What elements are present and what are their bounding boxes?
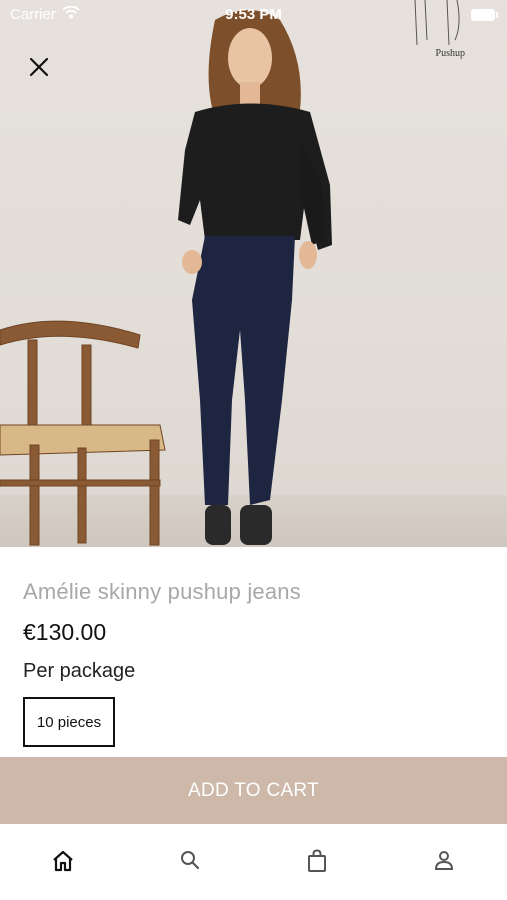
tab-search[interactable] (127, 824, 254, 900)
tab-home[interactable] (0, 824, 127, 900)
product-price: €130.00 (23, 619, 107, 645)
add-to-cart-button[interactable]: ADD TO CART (0, 757, 507, 824)
home-icon (53, 850, 74, 872)
package-option[interactable]: 10 pieces (23, 697, 115, 747)
brand-label: Pushup (435, 48, 465, 59)
tab-profile[interactable] (380, 824, 507, 900)
search-icon (181, 851, 200, 870)
product-info: Amélie skinny pushup jeans €130.00 Per p… (0, 547, 507, 757)
tab-bag[interactable] (254, 824, 381, 900)
package-label: Per package (23, 660, 136, 682)
product-photo-illustration (0, 10, 332, 546)
product-photo (0, 0, 507, 547)
close-icon (29, 57, 49, 77)
shopping-bag-icon (307, 849, 326, 872)
product-name: Amélie skinny pushup jeans (23, 579, 301, 604)
tab-bar (0, 824, 507, 900)
user-icon (434, 851, 453, 870)
close-button[interactable] (24, 52, 54, 82)
